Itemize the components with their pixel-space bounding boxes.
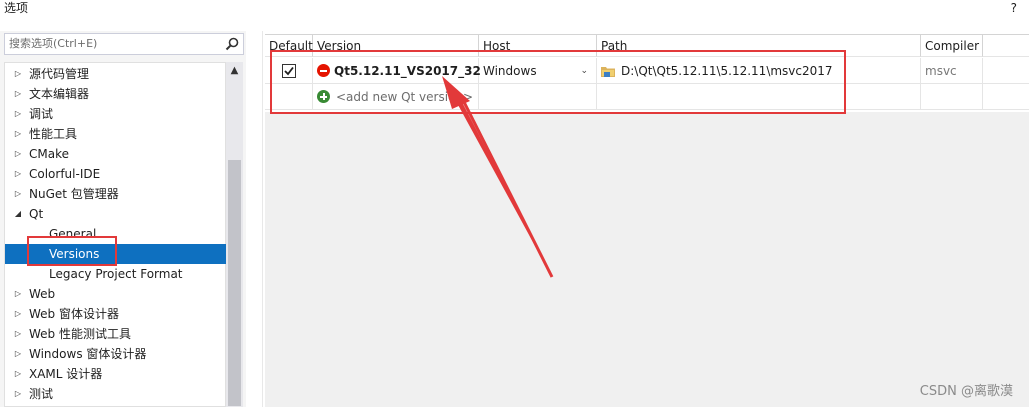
tree-item-label: 源代码管理 [29, 67, 90, 81]
tree-item-label: XAML 设计器 [29, 367, 103, 381]
collapsed-arrow-icon[interactable]: ▷ [13, 124, 23, 144]
compiler-cell[interactable]: msvc [921, 58, 983, 84]
pane-divider[interactable] [262, 31, 263, 407]
tree-item[interactable]: ▷ NuGet 包管理器 [5, 184, 227, 204]
options-navigation-pane: 搜索选项(Ctrl+E) ▷ 源代码管理 ▷ 文本编辑器 ▷ 调试 ▷ 性能工具 ▷ CMake ▷… [0, 31, 246, 407]
collapsed-arrow-icon[interactable]: ▷ [13, 364, 23, 384]
tree-item-label: 测试 [29, 387, 54, 401]
highlight-box-versions-table [270, 50, 846, 114]
tree-child-label: Legacy Project Format [49, 267, 183, 281]
collapsed-arrow-icon[interactable]: ▷ [13, 304, 23, 324]
tree-item-label: 文本编辑器 [29, 87, 90, 101]
tree-item[interactable]: ▷ CMake [5, 144, 227, 164]
tree-item[interactable]: ▷ 测试 [5, 384, 227, 404]
options-tree: ▷ 源代码管理 ▷ 文本编辑器 ▷ 调试 ▷ 性能工具 ▷ CMake ▷ Colorful-IDE ▷… [4, 62, 227, 407]
collapsed-arrow-icon[interactable]: ▷ [13, 184, 23, 204]
tree-item-label: CMake [29, 147, 69, 161]
collapsed-arrow-icon[interactable]: ▷ [13, 324, 23, 344]
collapsed-arrow-icon[interactable]: ▷ [13, 104, 23, 124]
scrollbar-thumb[interactable] [228, 160, 241, 406]
tree-item[interactable]: ▷ Windows 窗体设计器 [5, 344, 227, 364]
tree-item-label: Web [29, 287, 56, 301]
search-options-input[interactable]: 搜索选项(Ctrl+E) [4, 33, 244, 55]
tree-item[interactable]: ▷ Web 窗体设计器 [5, 304, 227, 324]
compiler-value: msvc [925, 64, 957, 78]
tree-item[interactable]: ◢ Qt [5, 204, 227, 224]
tree-item-label: Colorful-IDE [29, 167, 101, 181]
tree-item-label: Web 窗体设计器 [29, 307, 119, 321]
collapsed-arrow-icon[interactable]: ▷ [13, 344, 23, 364]
tree-item-label: 调试 [29, 107, 54, 121]
collapsed-arrow-icon[interactable]: ▷ [13, 164, 23, 184]
tree-item-label: NuGet 包管理器 [29, 187, 119, 201]
window-title: 选项 [4, 1, 29, 15]
tree-item-label: 性能工具 [29, 127, 78, 141]
collapsed-arrow-icon[interactable]: ▷ [13, 284, 23, 304]
scroll-up-icon[interactable]: ▲ [226, 62, 243, 79]
tree-item-label: Qt [29, 207, 44, 221]
collapsed-arrow-icon[interactable]: ▷ [13, 144, 23, 164]
tree-item[interactable]: ▷ Colorful-IDE [5, 164, 227, 184]
expanded-arrow-icon[interactable]: ◢ [13, 204, 23, 224]
search-icon[interactable] [224, 36, 240, 52]
collapsed-arrow-icon[interactable]: ▷ [13, 84, 23, 104]
tree-scrollbar[interactable]: ▲ [226, 62, 243, 407]
watermark: CSDN @离歌漠 [919, 384, 1013, 399]
tree-item[interactable]: ▷ XAML 设计器 [5, 364, 227, 384]
title-bar: 选项 ? [0, 0, 1029, 22]
tree-item[interactable]: ▷ 文本编辑器 [5, 84, 227, 104]
tree-item[interactable]: ▷ Web [5, 284, 227, 304]
help-button[interactable]: ? [1011, 0, 1017, 16]
column-header-extra [983, 35, 1029, 57]
tree-item-label: Windows 窗体设计器 [29, 347, 147, 361]
collapsed-arrow-icon[interactable]: ▷ [13, 64, 23, 84]
tree-item-label: Web 性能测试工具 [29, 327, 131, 341]
search-placeholder: 搜索选项(Ctrl+E) [9, 37, 98, 50]
highlight-box-versions-item [27, 236, 117, 266]
tree-item[interactable]: ▷ Web 性能测试工具 [5, 324, 227, 344]
tree-item[interactable]: ▷ 源代码管理 [5, 64, 227, 84]
collapsed-arrow-icon[interactable]: ▷ [13, 384, 23, 404]
column-header-compiler[interactable]: Compiler [921, 35, 983, 57]
tree-child-item[interactable]: Legacy Project Format [5, 264, 227, 284]
tree-item[interactable]: ▷ 性能工具 [5, 124, 227, 144]
tree-item[interactable]: ▷ 调试 [5, 104, 227, 124]
